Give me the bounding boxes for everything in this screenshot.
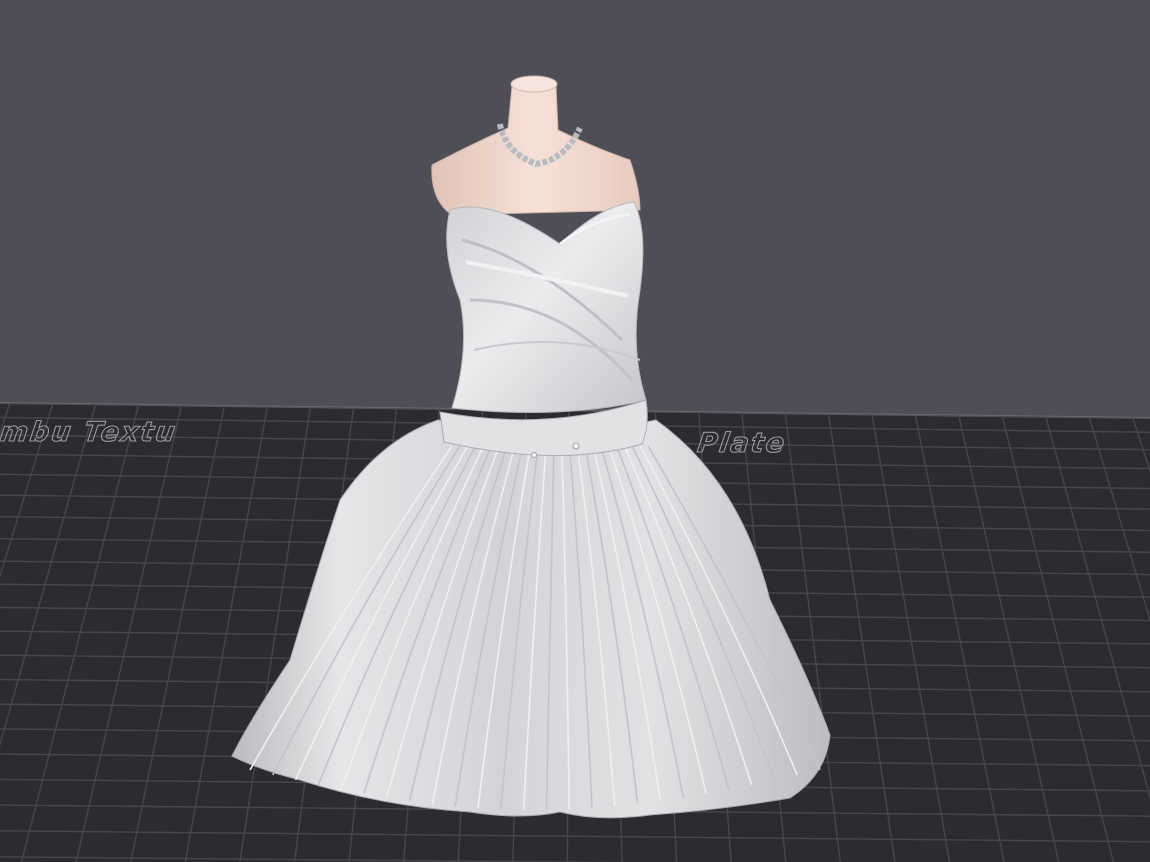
- viewport-scene[interactable]: Bambu Textu Plate: [0, 0, 1150, 862]
- 3d-viewport[interactable]: Bambu Textu Plate: [0, 0, 1150, 862]
- build-plate-label-left: Bambu Textu: [0, 417, 179, 448]
- mannequin-torso: [431, 75, 641, 216]
- build-plate-label-right: Plate: [695, 428, 788, 459]
- dress-bodice: [446, 201, 647, 413]
- waistband-button: [531, 452, 537, 458]
- waistband-button: [572, 442, 580, 450]
